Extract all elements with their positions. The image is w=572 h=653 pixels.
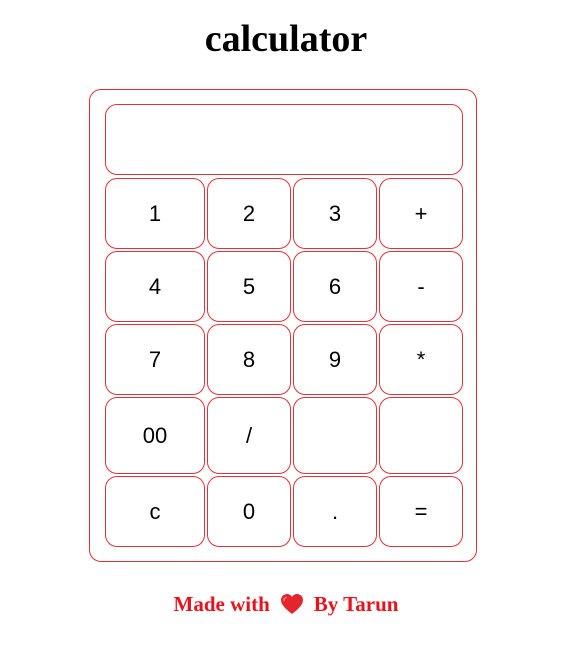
blank-button-2[interactable] [379,397,463,474]
key-3-button[interactable]: 3 [293,178,377,249]
key-6-button[interactable]: 6 [293,251,377,322]
key-00-button[interactable]: 00 [105,397,205,474]
footer-author: By Tarun [313,592,399,616]
decimal-button[interactable]: . [293,476,377,547]
key-9-button[interactable]: 9 [293,324,377,395]
page-title: calculator [204,18,368,60]
footer-made-with: Made with [173,592,270,616]
clear-button[interactable]: c [105,476,205,547]
key-5-button[interactable]: 5 [207,251,291,322]
key-2-button[interactable]: 2 [207,178,291,249]
footer-credit: Made with By Tarun [0,590,572,618]
blank-button-1[interactable] [293,397,377,474]
key-8-button[interactable]: 8 [207,324,291,395]
divide-button[interactable]: / [207,397,291,474]
heart-icon [280,593,304,615]
multiply-button[interactable]: * [379,324,463,395]
key-4-button[interactable]: 4 [105,251,205,322]
key-1-button[interactable]: 1 [105,178,205,249]
equals-button[interactable]: = [379,476,463,547]
minus-button[interactable]: - [379,251,463,322]
key-7-button[interactable]: 7 [105,324,205,395]
plus-button[interactable]: + [379,178,463,249]
calculator-display[interactable] [105,104,463,175]
key-0-button[interactable]: 0 [207,476,291,547]
